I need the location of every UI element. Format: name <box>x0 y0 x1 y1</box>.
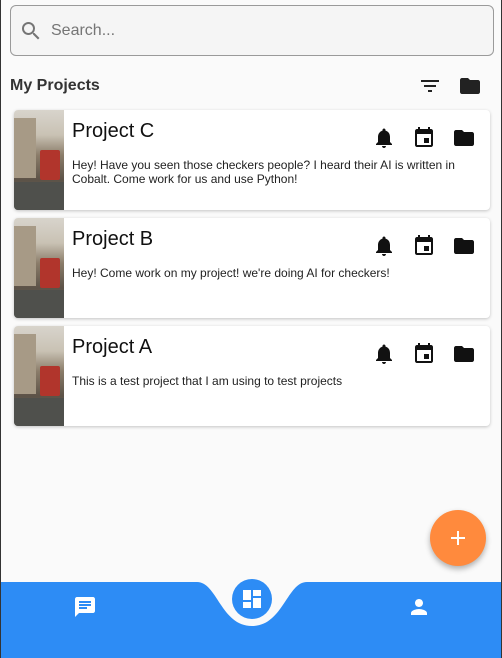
project-name: Project B <box>72 228 154 250</box>
chat-icon <box>75 597 95 617</box>
project-name: Project A <box>72 336 153 358</box>
dashboard-icon <box>243 590 261 608</box>
folder-button[interactable] <box>444 342 484 366</box>
project-thumbnail <box>14 218 64 318</box>
calendar-icon <box>415 127 433 147</box>
folder-button[interactable] <box>444 126 484 150</box>
person-icon <box>411 599 427 615</box>
project-card[interactable]: Project C Hey! Have you seen those check… <box>14 110 490 210</box>
folder-icon <box>454 238 474 254</box>
calendar-button[interactable] <box>404 126 444 150</box>
nav-dashboard-button[interactable] <box>232 579 272 619</box>
project-thumbnail <box>14 326 64 426</box>
folder-button[interactable] <box>450 70 490 102</box>
project-actions <box>364 342 484 366</box>
search-icon <box>22 21 40 39</box>
bell-icon <box>376 128 392 148</box>
folder-icon <box>454 130 474 146</box>
project-actions <box>364 126 484 150</box>
search-input[interactable] <box>51 15 471 46</box>
project-list: Project C Hey! Have you seen those check… <box>14 110 490 434</box>
filter-button[interactable] <box>410 70 450 102</box>
add-project-button[interactable] <box>430 510 486 566</box>
project-description: Hey! Come work on my project! we're doin… <box>72 266 390 280</box>
folder-button[interactable] <box>444 234 484 258</box>
project-actions <box>364 234 484 258</box>
projects-header: My Projects <box>10 70 490 102</box>
project-card[interactable]: Project A This is a test project that I … <box>14 326 490 426</box>
calendar-icon <box>415 343 433 363</box>
calendar-button[interactable] <box>404 234 444 258</box>
search-bar[interactable] <box>10 5 494 56</box>
project-description: Hey! Have you seen those checkers people… <box>72 158 455 186</box>
plus-icon <box>451 531 465 545</box>
calendar-button[interactable] <box>404 342 444 366</box>
filter-icon <box>421 80 439 92</box>
notifications-button[interactable] <box>364 126 404 150</box>
project-card[interactable]: Project B Hey! Come work on my project! … <box>14 218 490 318</box>
folder-icon <box>454 346 474 362</box>
bell-icon <box>376 236 392 256</box>
nav-profile-button[interactable] <box>399 587 439 627</box>
project-description: This is a test project that I am using t… <box>72 374 343 388</box>
project-name: Project C <box>72 120 155 142</box>
calendar-icon <box>415 235 433 255</box>
project-thumbnail <box>14 110 64 210</box>
app-screen: My Projects Project C Hey! Have you seen… <box>0 0 502 658</box>
folder-icon <box>460 78 480 94</box>
bottom-navigation <box>1 579 501 658</box>
bell-icon <box>376 344 392 364</box>
notifications-button[interactable] <box>364 342 404 366</box>
nav-chat-button[interactable] <box>65 587 105 627</box>
page-title: My Projects <box>10 77 100 94</box>
notifications-button[interactable] <box>364 234 404 258</box>
